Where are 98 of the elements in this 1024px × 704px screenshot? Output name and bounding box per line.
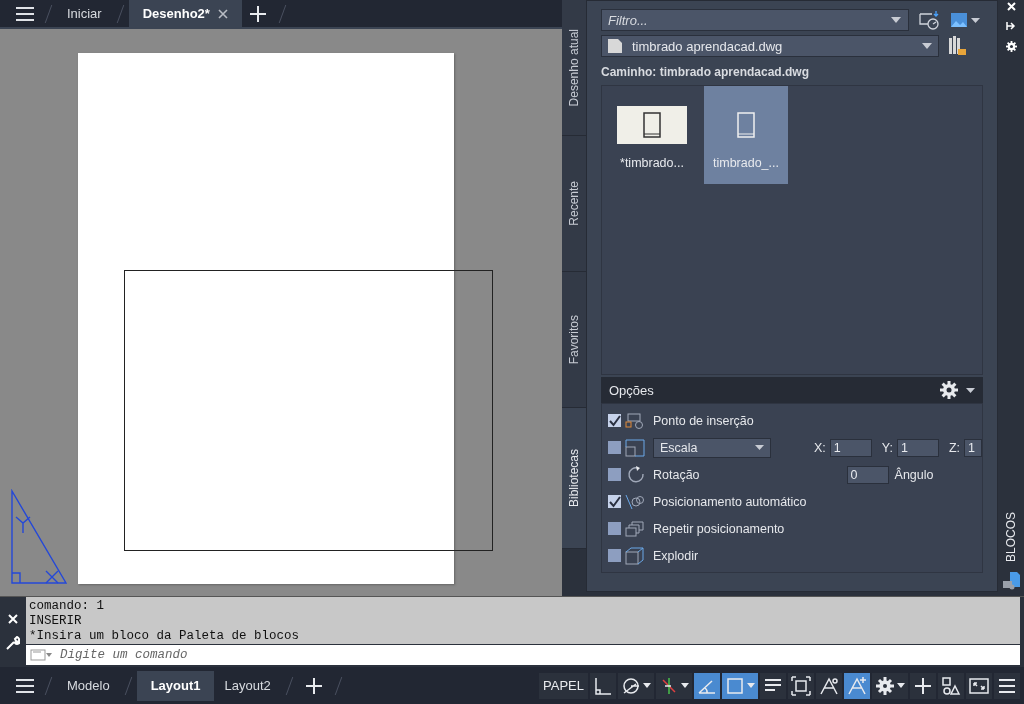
filter-field[interactable]: Filtro... [601, 9, 909, 31]
image-icon [951, 13, 967, 27]
file-icon [608, 39, 622, 53]
insertion-point-icon [625, 412, 645, 429]
gear-toggle[interactable] [872, 672, 908, 699]
option-label: Repetir posicionamento [653, 521, 785, 536]
checkbox[interactable] [608, 468, 621, 481]
file-tab[interactable]: Desenho2* [128, 0, 242, 27]
checkbox[interactable] [608, 495, 621, 508]
scale-field[interactable]: 1 [896, 438, 939, 457]
plus-icon [913, 675, 933, 696]
command-history-line: INSERIR [29, 614, 83, 630]
polar-toggle[interactable] [618, 672, 654, 699]
annotation-toggle[interactable] [816, 672, 842, 699]
repeat-placement-icon [625, 519, 645, 538]
fullscreen-toggle[interactable] [966, 672, 992, 699]
angle-toggle[interactable] [694, 672, 720, 699]
axis-label: Z: [948, 440, 960, 455]
option-label: Rotação [653, 467, 700, 482]
ortho-icon [593, 675, 613, 696]
palette-title: BLOCOS [1004, 512, 1018, 563]
tracking-toggle[interactable] [656, 672, 692, 699]
ucs-icon [10, 489, 68, 585]
menu-icon [16, 6, 34, 21]
shapes-icon [941, 675, 961, 696]
ortho-toggle[interactable] [590, 672, 616, 699]
scale-icon [625, 438, 645, 457]
checkbox[interactable] [608, 414, 621, 427]
caret-icon [755, 445, 764, 450]
palette-tab[interactable]: Favoritos [562, 272, 586, 408]
options-settings-button[interactable] [940, 381, 975, 399]
paper-space-button[interactable]: PAPEL [539, 672, 588, 699]
file-tab[interactable]: Iniciar [57, 0, 112, 27]
command-history-icon[interactable] [26, 645, 58, 666]
gear-icon [875, 675, 895, 696]
option-label: Ponto de inserção [653, 413, 754, 428]
command-field[interactable]: Digite um comando [58, 645, 1020, 666]
square-toggle[interactable] [722, 672, 758, 699]
checkbox[interactable] [608, 522, 621, 535]
caret-icon[interactable] [681, 683, 689, 689]
fullscreen-icon [969, 675, 989, 696]
angle-field[interactable]: 0 [846, 465, 889, 484]
autoscale-icon [847, 675, 867, 696]
shapes-toggle[interactable] [938, 672, 964, 699]
caret-icon[interactable] [891, 17, 901, 23]
sheet-thumbnail-icon [643, 112, 661, 138]
lineweight-toggle[interactable] [760, 672, 786, 699]
view-mode-button[interactable] [951, 13, 980, 27]
blocks-palette-icon [1002, 572, 1020, 591]
rotate-icon [625, 465, 645, 484]
command-history-line: comando: 1 [29, 599, 105, 615]
checkbox[interactable] [608, 549, 621, 562]
settings-icon[interactable] [1005, 41, 1017, 52]
block-item[interactable]: *timbrado... [610, 86, 694, 184]
plus-icon [249, 5, 266, 22]
autoscale-toggle[interactable] [844, 672, 870, 699]
path-label: Caminho: timbrado aprendacad.dwg [601, 65, 811, 79]
selection-toggle[interactable] [788, 672, 814, 699]
layout-tab[interactable]: Layout1 [136, 670, 215, 701]
annotation-icon [819, 675, 839, 696]
plus-toggle[interactable] [910, 672, 936, 699]
caret-icon[interactable] [643, 683, 651, 689]
caret-icon [922, 43, 932, 49]
option-label: Posicionamento automático [653, 494, 807, 509]
library-dropdown[interactable]: timbrado aprendacad.dwg [601, 35, 939, 57]
settings-icon [940, 381, 958, 399]
polar-icon [621, 675, 641, 696]
caret-icon [966, 387, 975, 393]
auto-hide-icon[interactable] [1006, 21, 1016, 31]
layout-tab[interactable]: Layout2 [214, 670, 281, 701]
scale-field[interactable]: 1 [964, 438, 982, 457]
palette-tab[interactable]: Desenho atual [562, 0, 586, 136]
plus-icon [305, 677, 322, 694]
palette-tab[interactable]: Recente [562, 136, 586, 272]
checkbox[interactable] [608, 441, 621, 454]
caret-icon[interactable] [897, 683, 905, 689]
wrench-icon[interactable] [6, 636, 20, 651]
scale-field[interactable]: 1 [829, 438, 872, 457]
drawing-canvas[interactable] [0, 27, 562, 597]
sheet-thumbnail-icon [737, 112, 755, 138]
option-label: Explodir [653, 548, 699, 563]
caret-icon [971, 17, 980, 23]
menu-toggle[interactable] [994, 672, 1020, 699]
refresh-block-icon[interactable] [919, 10, 941, 30]
explode-icon [625, 546, 645, 565]
options-title: Opções [609, 382, 654, 398]
palette-tab[interactable]: Bibliotecas [562, 408, 586, 549]
axis-label: X: [813, 440, 826, 455]
angle-label: Ângulo [894, 467, 934, 482]
scale-dropdown[interactable]: Escala [653, 437, 771, 458]
command-history-line: *Insira um bloco da Paleta de blocos [29, 629, 301, 645]
square-icon [725, 675, 745, 696]
selection-icon [791, 675, 811, 696]
axis-label: Y: [881, 440, 893, 455]
menu-icon [16, 678, 34, 693]
auto-placement-icon [625, 492, 645, 511]
layout-tab[interactable]: Modelo [57, 670, 120, 701]
library-folder-icon[interactable] [949, 36, 967, 56]
